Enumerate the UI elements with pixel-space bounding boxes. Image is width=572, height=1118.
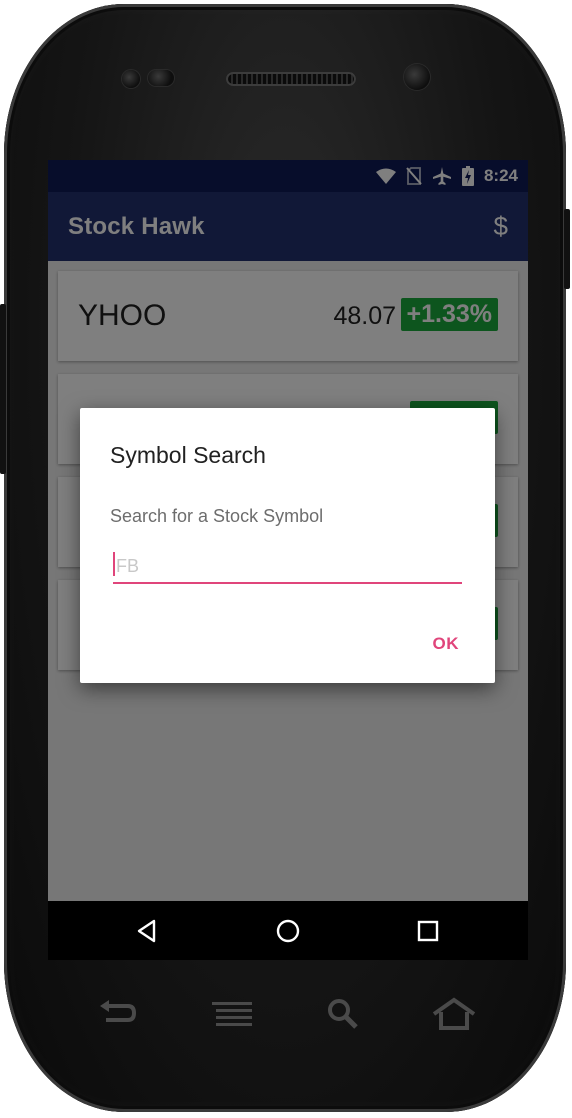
home-icon[interactable] bbox=[272, 915, 304, 947]
symbol-search-dialog: Symbol Search Search for a Stock Symbol … bbox=[80, 408, 495, 683]
text-cursor bbox=[113, 552, 115, 576]
home-key-icon[interactable] bbox=[432, 996, 476, 1032]
sensor-icon bbox=[122, 70, 140, 88]
dialog-message: Search for a Stock Symbol bbox=[110, 506, 324, 526]
front-camera-icon bbox=[404, 64, 430, 90]
symbol-input[interactable] bbox=[113, 551, 465, 581]
volume-button[interactable] bbox=[0, 304, 6, 474]
back-icon[interactable] bbox=[132, 915, 164, 947]
earpiece-speaker bbox=[226, 72, 356, 86]
ok-button[interactable]: OK bbox=[433, 634, 460, 654]
back-key-icon[interactable] bbox=[96, 996, 140, 1032]
dialog-title: Symbol Search bbox=[110, 442, 266, 468]
symbol-input-field[interactable] bbox=[113, 548, 465, 584]
power-button[interactable] bbox=[564, 209, 570, 289]
search-key-icon[interactable] bbox=[322, 996, 366, 1032]
menu-key-icon[interactable] bbox=[210, 996, 254, 1032]
recents-icon[interactable] bbox=[412, 915, 444, 947]
proximity-sensor-icon bbox=[148, 70, 174, 86]
navigation-bar bbox=[48, 901, 528, 960]
